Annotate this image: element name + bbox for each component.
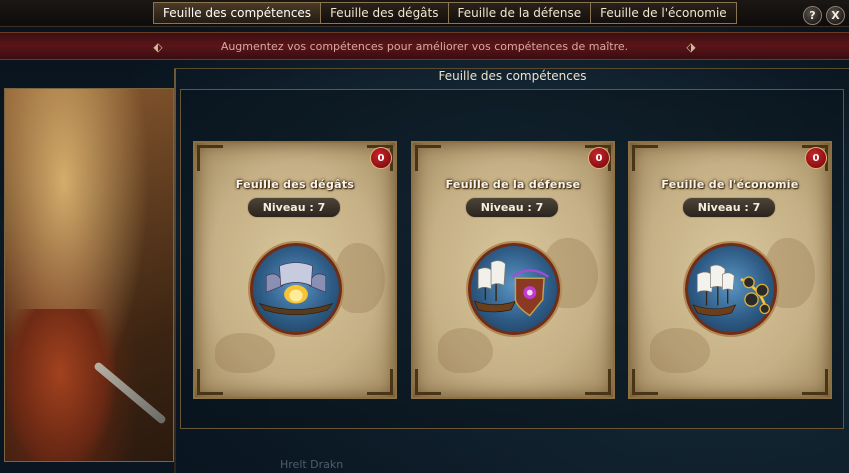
pirate-figure-art: [5, 309, 115, 461]
sheet-tabs: Feuille des compétences Feuille des dégâ…: [153, 2, 737, 24]
ship-cannonballs-icon: [685, 243, 777, 335]
tab-defense-sheet[interactable]: Feuille de la défense: [448, 2, 592, 24]
level-indicator: Niveau : 7: [247, 197, 341, 218]
ship-shield-icon: [468, 243, 560, 335]
side-illustration: [4, 88, 174, 462]
tab-damage-sheet[interactable]: Feuille des dégâts: [321, 2, 449, 24]
card-corner-ornament: [632, 369, 658, 395]
tab-economy-sheet[interactable]: Feuille de l'économie: [591, 2, 737, 24]
help-button[interactable]: ?: [803, 6, 822, 25]
card-corner-ornament: [585, 369, 611, 395]
card-title: Feuille de la défense: [445, 178, 581, 191]
card-corner-ornament: [197, 369, 223, 395]
card-corner-ornament: [632, 145, 658, 171]
tab-skills-sheet[interactable]: Feuille des compétences: [153, 2, 322, 24]
skill-card-damage[interactable]: 0 Feuille des dégâts Niveau : 7: [193, 141, 397, 399]
card-corner-ornament: [415, 369, 441, 395]
level-indicator: Niveau : 7: [465, 197, 559, 218]
card-corner-ornament: [802, 369, 828, 395]
points-badge: 0: [805, 147, 827, 169]
card-title: Feuille de l'économie: [661, 178, 799, 191]
card-corner-ornament: [367, 369, 393, 395]
card-corner-ornament: [415, 145, 441, 171]
banner-text: Augmentez vos compétences pour améliorer…: [220, 40, 629, 53]
close-button[interactable]: X: [826, 6, 845, 25]
points-badge: 0: [588, 147, 610, 169]
map-land-art: [335, 243, 385, 313]
info-banner: ⬖ Augmentez vos compétences pour amélior…: [0, 32, 849, 60]
skill-card-defense[interactable]: 0 Feuille de la défense Niveau : 7: [411, 141, 615, 399]
skill-card-economy[interactable]: 0 Feuille de l'économie Niveau : 7: [628, 141, 832, 399]
card-title: Feuille des dégâts: [235, 178, 355, 191]
banner-arrow-right-icon: ⬗: [686, 40, 696, 54]
tab-bar: Feuille des compétences Feuille des dégâ…: [0, 0, 849, 27]
level-indicator: Niveau : 7: [682, 197, 776, 218]
warships-sails-icon: [250, 243, 342, 335]
card-corner-ornament: [197, 145, 223, 171]
map-land-art: [215, 333, 275, 373]
background-player-name: Hrelt Drakn: [280, 458, 344, 471]
vertical-divider: [174, 68, 176, 473]
points-badge: 0: [370, 147, 392, 169]
section-title: Feuille des compétences: [438, 69, 587, 83]
